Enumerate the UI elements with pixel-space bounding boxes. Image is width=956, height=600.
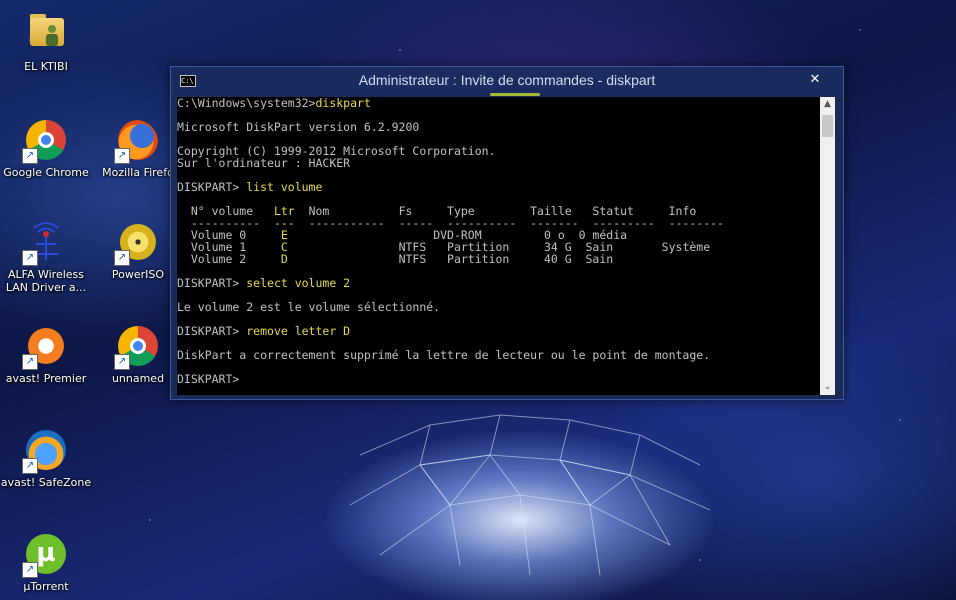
desktop-icon-utorrent[interactable]: µ ↗ µTorrent [0, 530, 92, 593]
console-line-text: DISKPART> [177, 372, 247, 386]
firefox-icon: ↗ [114, 116, 162, 164]
shortcut-arrow-icon: ↗ [22, 562, 38, 578]
console-line: Microsoft DiskPart version 6.2.9200 [177, 120, 419, 134]
chrome-icon: ↗ [22, 116, 70, 164]
shortcut-arrow-icon: ↗ [22, 250, 38, 266]
alfa-wireless-icon: ↗ [22, 218, 70, 266]
console-command: list volume [246, 180, 323, 194]
desktop-icon-label: µTorrent [23, 580, 69, 593]
avast-icon: ↗ [22, 322, 70, 370]
chrome-icon: ↗ [114, 322, 162, 370]
console-line: Volume 2 D NTFS Partition 40 G Sain [177, 252, 613, 266]
desktop-icon-label: EL KTIBI [24, 60, 68, 73]
console-line: DISKPART> remove letter D [177, 324, 350, 338]
title-highlight-mark [490, 93, 540, 96]
console-line-text: DISKPART> [177, 324, 247, 338]
desktop-icon-el-ktibi[interactable]: EL KTIBI [0, 10, 92, 73]
console-line-text: Microsoft DiskPart version 6.2.9200 [177, 120, 420, 134]
window-titlebar[interactable]: C:\ Administrateur : Invite de commandes… [171, 67, 843, 96]
desktop-icon-label: Google Chrome [3, 166, 89, 179]
console-line-text: DISKPART> [177, 180, 247, 194]
cmd-window[interactable]: C:\ Administrateur : Invite de commandes… [170, 66, 844, 400]
console-line: DISKPART> select volume 2 [177, 276, 350, 290]
console-line-text: DISKPART> [177, 276, 247, 290]
shortcut-arrow-icon: ↗ [22, 148, 38, 164]
desktop-icon-avast-premier[interactable]: ↗ avast! Premier [0, 322, 92, 385]
console-command: remove letter D [246, 324, 351, 338]
desktop-icon-alfa-wireless[interactable]: ↗ ALFA Wireless LAN Driver a... [0, 218, 92, 294]
shortcut-arrow-icon: ↗ [22, 354, 38, 370]
console-command: select volume 2 [246, 276, 351, 290]
shortcut-arrow-icon: ↗ [114, 148, 130, 164]
scroll-thumb[interactable] [822, 115, 833, 137]
close-button[interactable]: ✕ [801, 69, 829, 91]
console-line-text: DiskPart a correctement supprimé la lett… [177, 348, 711, 362]
console-line-text: Le volume 2 est le volume sélectionné. [177, 300, 441, 314]
console-command: diskpart [315, 97, 371, 110]
vertical-scrollbar[interactable]: ▲ ⌄ [820, 97, 835, 395]
console-line-text: Volume 2 [177, 252, 281, 266]
console-line-text: C:\Windows\system32> [177, 97, 316, 110]
window-title: Administrateur : Invite de commandes - d… [358, 72, 656, 88]
safezone-icon: ↗ [22, 426, 70, 474]
desktop-icon-label: ALFA Wireless LAN Driver a... [5, 268, 87, 294]
shortcut-arrow-icon: ↗ [22, 458, 38, 474]
poweriso-icon: ↗ [114, 218, 162, 266]
console-line: Le volume 2 est le volume sélectionné. [177, 300, 440, 314]
folder-user-icon [22, 10, 70, 58]
desktop-icon-label: avast! Premier [5, 372, 87, 385]
console-line-text: Sur l'ordinateur : HACKER [177, 156, 351, 170]
desktop-icon-label: avast! SafeZone [0, 476, 92, 489]
console-line: Sur l'ordinateur : HACKER [177, 156, 350, 170]
console-text: C:\Windows\system32>diskpart Microsoft D… [177, 97, 724, 385]
console-line-rest: NTFS Partition 40 G Sain [287, 252, 614, 266]
console-line: DISKPART> [177, 372, 246, 386]
utorrent-icon: µ ↗ [22, 530, 70, 578]
console-line: C:\Windows\system32>diskpart [177, 97, 371, 110]
console-letter: D [280, 252, 288, 266]
shortcut-arrow-icon: ↗ [114, 354, 130, 370]
wallpaper-planet [349, 414, 711, 576]
console-output[interactable]: C:\Windows\system32>diskpart Microsoft D… [177, 97, 820, 395]
console-line: DISKPART> list volume [177, 180, 322, 194]
scroll-down-icon[interactable]: ⌄ [820, 380, 835, 395]
scroll-up-icon[interactable]: ▲ [820, 97, 835, 112]
desktop-icon-avast-safezone[interactable]: ↗ avast! SafeZone [0, 426, 92, 489]
desktop-icon-google-chrome[interactable]: ↗ Google Chrome [0, 116, 92, 179]
shortcut-arrow-icon: ↗ [114, 250, 130, 266]
console-line: DiskPart a correctement supprimé la lett… [177, 348, 710, 362]
